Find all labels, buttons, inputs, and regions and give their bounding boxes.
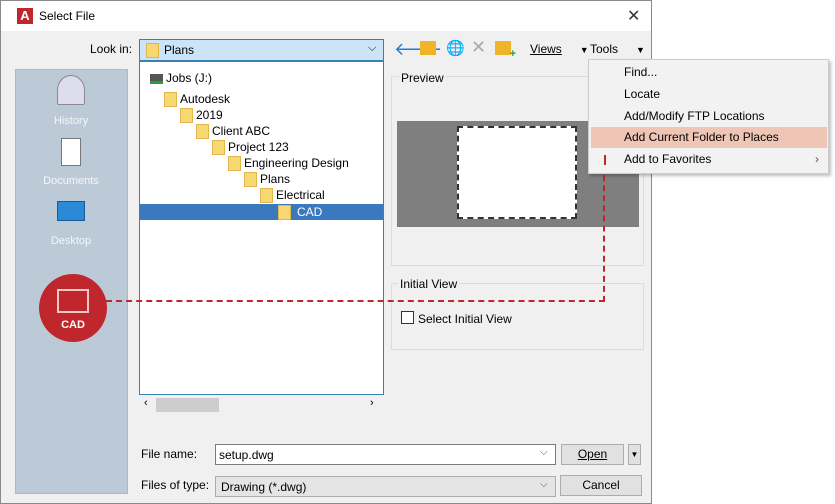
horizontal-scrollbar[interactable]: ‹ › bbox=[139, 396, 384, 412]
tree-item[interactable]: Project 123 bbox=[212, 139, 289, 156]
chevron-down-icon[interactable]: ⌵ bbox=[540, 447, 548, 458]
tree-item[interactable]: Engineering Design bbox=[228, 155, 349, 172]
tree-item[interactable]: Client ABC bbox=[196, 123, 271, 140]
document-icon bbox=[61, 138, 81, 166]
tree-label: Engineering Design bbox=[244, 156, 349, 170]
search-web-icon[interactable]: 🌐 bbox=[446, 39, 465, 57]
callout-label: CAD bbox=[61, 319, 85, 331]
history-icon bbox=[57, 75, 85, 105]
places-history[interactable]: History bbox=[15, 75, 127, 127]
tree-item[interactable]: Electrical bbox=[260, 187, 325, 204]
initial-view-label: Initial View bbox=[398, 277, 460, 291]
callout-connector-end bbox=[604, 155, 606, 165]
file-name-label: File name: bbox=[141, 447, 198, 461]
folder-icon bbox=[228, 156, 241, 172]
network-drive-icon bbox=[150, 73, 163, 84]
tree-item[interactable]: Autodesk bbox=[164, 91, 231, 108]
folder-tree[interactable]: Jobs (J:) Autodesk 2019 Client ABC Proje… bbox=[139, 61, 384, 395]
cancel-button[interactable]: Cancel bbox=[560, 475, 642, 496]
select-file-dialog: A Select File ✕ Look in: Plans ⌵ 🡐 🌐 ✕ +… bbox=[0, 0, 652, 504]
views-menu[interactable]: Views ▼ bbox=[530, 42, 589, 56]
tree-label: CAD bbox=[297, 205, 323, 219]
menu-item-label: Add to Favorites bbox=[624, 152, 712, 166]
title-bar: A Select File ✕ bbox=[1, 1, 651, 31]
tree-item-drive[interactable]: Jobs (J:) bbox=[150, 70, 212, 86]
tree-label: Electrical bbox=[276, 188, 325, 202]
look-in-value: Plans bbox=[164, 43, 195, 57]
folder-icon bbox=[260, 188, 273, 204]
chevron-down-icon: ⌵ bbox=[368, 42, 377, 54]
tree-label: Jobs (J:) bbox=[166, 71, 213, 85]
folder-icon bbox=[278, 205, 291, 221]
tools-dropdown-menu: Find... Locate Add/Modify FTP Locations … bbox=[588, 59, 829, 174]
places-label: History bbox=[53, 115, 89, 127]
cad-place-callout[interactable]: CAD bbox=[39, 274, 107, 342]
tools-menu[interactable]: Tools ▼ bbox=[590, 42, 645, 56]
scroll-thumb[interactable] bbox=[156, 398, 219, 412]
file-type-dropdown[interactable]: Drawing (*.dwg) ⌵ bbox=[215, 476, 556, 497]
select-initial-view-checkbox[interactable] bbox=[401, 311, 414, 324]
tree-item[interactable]: 2019 bbox=[180, 107, 223, 124]
folder-icon bbox=[180, 108, 193, 124]
tree-label: Project 123 bbox=[228, 140, 289, 154]
tree-label: 2019 bbox=[196, 108, 223, 122]
folder-icon bbox=[212, 140, 225, 156]
select-initial-view-label: Select Initial View bbox=[418, 312, 512, 326]
open-options-button[interactable]: ▼ bbox=[628, 444, 641, 465]
new-folder-icon[interactable]: + bbox=[495, 41, 516, 60]
folder-icon bbox=[164, 92, 177, 108]
callout-connector-horizontal bbox=[106, 300, 605, 302]
tree-item-selected[interactable]: CAD bbox=[140, 204, 383, 221]
preview-label: Preview bbox=[399, 71, 446, 85]
open-label: Open bbox=[577, 447, 608, 461]
file-type-label: Files of type: bbox=[141, 478, 210, 492]
autocad-logo-icon: A bbox=[17, 8, 33, 24]
file-name-input[interactable]: setup.dwg ⌵ bbox=[215, 444, 556, 465]
tools-label: Tools bbox=[590, 42, 619, 56]
window-title: Select File bbox=[39, 9, 96, 23]
folder-icon bbox=[146, 43, 159, 58]
close-button[interactable]: ✕ bbox=[627, 6, 640, 26]
folder-icon bbox=[244, 172, 257, 188]
scroll-left-icon[interactable]: ‹ bbox=[144, 397, 148, 409]
caret-down-icon: ▼ bbox=[636, 45, 645, 55]
delete-icon[interactable]: ✕ bbox=[471, 37, 486, 58]
desktop-icon bbox=[57, 201, 85, 221]
places-desktop[interactable]: Desktop bbox=[15, 201, 127, 247]
up-folder-icon[interactable] bbox=[420, 41, 436, 55]
places-label: Desktop bbox=[50, 235, 92, 247]
places-label: Documents bbox=[43, 175, 99, 187]
scroll-right-icon[interactable]: › bbox=[370, 397, 374, 409]
chevron-down-icon: ⌵ bbox=[540, 479, 548, 490]
chevron-right-icon: › bbox=[815, 152, 819, 166]
folder-icon bbox=[57, 289, 89, 313]
open-button[interactable]: Open bbox=[561, 444, 624, 465]
places-documents[interactable]: Documents bbox=[15, 138, 127, 187]
views-label: Views bbox=[530, 42, 562, 56]
look-in-dropdown[interactable]: Plans ⌵ bbox=[139, 39, 384, 61]
callout-connector-vertical bbox=[603, 155, 605, 302]
folder-icon bbox=[196, 124, 209, 140]
file-name-value: setup.dwg bbox=[219, 448, 274, 462]
menu-item-add-to-favorites[interactable]: Add to Favorites › bbox=[591, 149, 827, 170]
tree-label: Client ABC bbox=[212, 124, 271, 138]
menu-item-locate[interactable]: Locate bbox=[591, 84, 827, 105]
file-type-value: Drawing (*.dwg) bbox=[221, 480, 307, 494]
tree-label: Plans bbox=[260, 172, 291, 186]
menu-item-ftp-locations[interactable]: Add/Modify FTP Locations bbox=[591, 106, 827, 127]
caret-down-icon: ▼ bbox=[579, 45, 589, 55]
look-in-label: Look in: bbox=[90, 42, 133, 56]
menu-item-add-to-places[interactable]: Add Current Folder to Places bbox=[591, 127, 827, 148]
tree-label: Autodesk bbox=[180, 92, 231, 106]
menu-item-find[interactable]: Find... bbox=[591, 62, 827, 83]
tree-item[interactable]: Plans bbox=[244, 171, 291, 188]
